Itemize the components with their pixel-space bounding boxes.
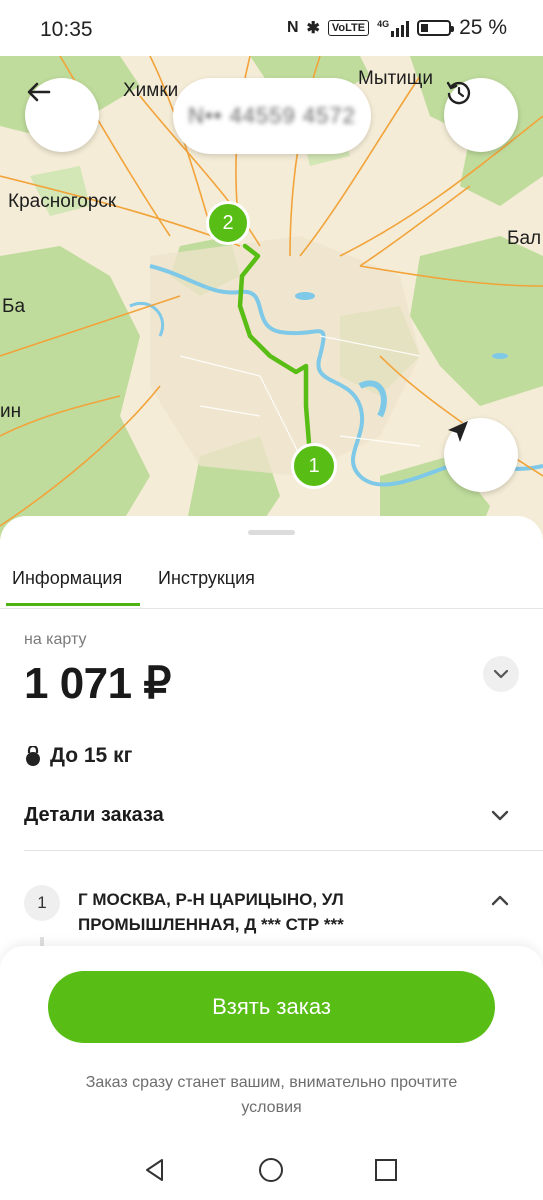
weight-label: До 15 кг — [50, 744, 133, 767]
network-type: 4G — [377, 19, 390, 29]
route-point-number: 1 — [24, 885, 60, 921]
system-nav-bar — [0, 1140, 543, 1200]
sheet-drag-handle[interactable] — [248, 530, 295, 535]
square-recents-icon — [375, 1159, 397, 1181]
map-label-krasnogorsk: Красногорск — [8, 191, 117, 212]
map-label-khimki: Химки — [123, 80, 179, 101]
map-label-in: ин — [0, 401, 22, 422]
volte-icon: VoLTE — [327, 20, 370, 36]
battery-percent: 25 % — [459, 16, 507, 39]
order-number: N•• 44559 4572 — [188, 103, 356, 128]
status-bar: 10:35 N ✱ VoLTE 4G 25 % — [0, 0, 543, 56]
nfc-icon: N — [286, 19, 299, 36]
status-icons: N ✱ VoLTE 4G 25 % — [287, 16, 507, 40]
bluetooth-icon: ✱ — [306, 20, 320, 37]
payment-method-label: на карту — [24, 631, 87, 648]
refresh-icon — [446, 81, 471, 105]
kettlebell-icon — [26, 746, 40, 766]
triangle-back-icon — [146, 1159, 163, 1181]
order-details-title[interactable]: Детали заказа — [24, 804, 164, 827]
arrow-left-icon — [27, 82, 51, 102]
take-order-hint: Заказ сразу станет вашим, внимательно пр… — [85, 1074, 458, 1116]
map-label-mytishchi: Мытищи — [358, 68, 434, 89]
order-price: 1 071 ₽ — [24, 659, 171, 708]
chevron-down-icon — [493, 669, 509, 679]
refresh-button[interactable] — [444, 78, 518, 152]
map-label-bal: Бал — [507, 228, 542, 249]
tabs: Информация Инструкция — [0, 558, 543, 609]
order-number-pill: N•• 44559 4572 — [173, 78, 371, 154]
status-time: 10:35 — [40, 18, 93, 41]
circle-home-icon — [259, 1158, 283, 1182]
chevron-down-icon — [491, 810, 509, 821]
take-order-button[interactable]: Взять заказ — [48, 971, 495, 1043]
signal-icon: 4G — [377, 19, 410, 37]
active-tab-indicator — [6, 603, 140, 606]
battery-icon — [417, 20, 455, 36]
chevron-up-icon — [491, 895, 509, 906]
route-marker-1[interactable]: 1 — [291, 443, 337, 489]
back-button[interactable] — [25, 78, 99, 152]
map-label-ba: Ба — [2, 296, 26, 317]
price-expand-button[interactable] — [483, 656, 519, 692]
navigation-arrow-icon — [448, 421, 468, 442]
nav-back-button[interactable] — [133, 1148, 177, 1192]
route-point[interactable]: 1 Г МОСКВА, Р-Н ЦАРИЦЫНО, УЛ ПРОМЫШЛЕННА… — [0, 851, 543, 961]
nav-recents-button[interactable] — [364, 1148, 408, 1192]
route-marker-2[interactable]: 2 — [206, 201, 250, 245]
weight-info: До 15 кг — [24, 744, 132, 768]
tab-instruction[interactable]: Инструкция — [158, 568, 255, 589]
route-point-address: Г МОСКВА, Р-Н ЦАРИЦЫНО, УЛ ПРОМЫШЛЕННАЯ,… — [78, 890, 344, 934]
order-details-toggle[interactable] — [490, 805, 510, 830]
my-location-button[interactable] — [444, 418, 518, 492]
route-marker-1-label: 1 — [308, 454, 320, 477]
tab-information[interactable]: Информация — [12, 568, 122, 589]
route-marker-2-label: 2 — [222, 211, 234, 234]
route-point-collapse[interactable] — [490, 891, 510, 916]
nav-home-button[interactable] — [249, 1148, 293, 1192]
